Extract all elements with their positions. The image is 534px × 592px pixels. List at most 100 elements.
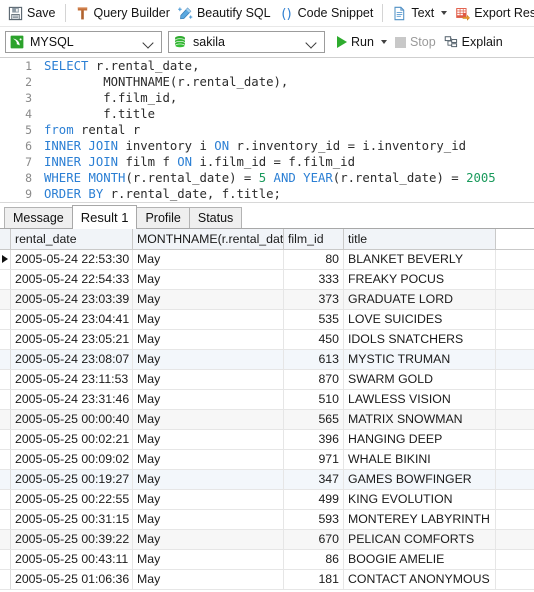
cell-rental-date[interactable]: 2005-05-25 00:00:40 <box>11 410 133 429</box>
cell-title[interactable]: KING EVOLUTION <box>344 490 496 509</box>
row-gutter[interactable] <box>0 290 11 309</box>
chevron-down-icon[interactable] <box>441 11 448 15</box>
cell-rental-date[interactable]: 2005-05-24 22:53:30 <box>11 250 133 269</box>
save-button[interactable]: Save <box>4 2 60 25</box>
row-gutter[interactable] <box>0 570 11 589</box>
row-gutter[interactable] <box>0 450 11 469</box>
cell-title[interactable]: GRADUATE LORD <box>344 290 496 309</box>
table-row[interactable]: 2005-05-25 00:19:27 May 347 GAMES BOWFINGER <box>0 470 534 490</box>
cell-title[interactable]: IDOLS SNATCHERS <box>344 330 496 349</box>
connection-select[interactable]: MYSQL <box>5 31 162 53</box>
row-gutter[interactable] <box>0 490 11 509</box>
cell-film-id[interactable]: 565 <box>284 410 344 429</box>
cell-monthname[interactable]: May <box>133 270 284 289</box>
cell-monthname[interactable]: May <box>133 370 284 389</box>
chevron-down-icon[interactable] <box>306 37 317 48</box>
table-row[interactable]: 2005-05-25 00:00:40 May 565 MATRIX SNOWMAN <box>0 410 534 430</box>
cell-rental-date[interactable]: 2005-05-24 23:11:53 <box>11 370 133 389</box>
code-line[interactable]: WHERE MONTH(r.rental_date) = 5 AND YEAR(… <box>44 170 534 186</box>
column-header-film-id[interactable]: film_id <box>284 229 344 249</box>
cell-monthname[interactable]: May <box>133 550 284 569</box>
cell-rental-date[interactable]: 2005-05-25 00:02:21 <box>11 430 133 449</box>
table-row[interactable]: 2005-05-25 00:02:21 May 396 HANGING DEEP <box>0 430 534 450</box>
cell-film-id[interactable]: 181 <box>284 570 344 589</box>
tab-profile[interactable]: Profile <box>136 207 190 228</box>
cell-title[interactable]: MONTEREY LABYRINTH <box>344 510 496 529</box>
cell-title[interactable]: LAWLESS VISION <box>344 390 496 409</box>
table-row[interactable]: 2005-05-25 01:06:36 May 181 CONTACT ANONYMO… <box>0 570 534 590</box>
row-gutter[interactable] <box>0 510 11 529</box>
code-line[interactable]: MONTHNAME(r.rental_date), <box>44 74 534 90</box>
table-row[interactable]: 2005-05-24 23:03:39 May 373 GRADUATE LORD <box>0 290 534 310</box>
code-line[interactable]: from rental r <box>44 122 534 138</box>
cell-rental-date[interactable]: 2005-05-24 22:54:33 <box>11 270 133 289</box>
cell-title[interactable]: GAMES BOWFINGER <box>344 470 496 489</box>
cell-film-id[interactable]: 535 <box>284 310 344 329</box>
sql-code-area[interactable]: SELECT r.rental_date, MONTHNAME(r.rental… <box>44 58 534 202</box>
cell-rental-date[interactable]: 2005-05-24 23:08:07 <box>11 350 133 369</box>
result-grid[interactable]: rental_date MONTHNAME(r.rental_date film… <box>0 229 534 591</box>
cell-title[interactable]: FREAKY POCUS <box>344 270 496 289</box>
chevron-down-icon[interactable] <box>380 40 387 44</box>
cell-monthname[interactable]: May <box>133 290 284 309</box>
export-result-button[interactable]: Export Result <box>451 2 534 25</box>
cell-film-id[interactable]: 613 <box>284 350 344 369</box>
cell-title[interactable]: HANGING DEEP <box>344 430 496 449</box>
table-row[interactable]: 2005-05-24 22:54:33 May 333 FREAKY POCUS <box>0 270 534 290</box>
code-line[interactable]: ORDER BY r.rental_date, f.title; <box>44 186 534 202</box>
code-line[interactable]: SELECT r.rental_date, <box>44 58 534 74</box>
cell-rental-date[interactable]: 2005-05-25 00:19:27 <box>11 470 133 489</box>
cell-monthname[interactable]: May <box>133 510 284 529</box>
column-header-monthname[interactable]: MONTHNAME(r.rental_date <box>133 229 284 249</box>
column-header-title[interactable]: title <box>344 229 496 249</box>
tab-result-1[interactable]: Result 1 <box>71 205 138 229</box>
cell-title[interactable]: BLANKET BEVERLY <box>344 250 496 269</box>
row-gutter[interactable] <box>0 270 11 289</box>
table-row[interactable]: 2005-05-25 00:09:02 May 971 WHALE BIKINI <box>0 450 534 470</box>
cell-title[interactable]: BOOGIE AMELIE <box>344 550 496 569</box>
cell-film-id[interactable]: 86 <box>284 550 344 569</box>
cell-monthname[interactable]: May <box>133 470 284 489</box>
row-gutter[interactable] <box>0 310 11 329</box>
table-row[interactable]: 2005-05-24 23:04:41 May 535 LOVE SUICIDES <box>0 310 534 330</box>
cell-film-id[interactable]: 870 <box>284 370 344 389</box>
cell-film-id[interactable]: 347 <box>284 470 344 489</box>
cell-title[interactable]: MYSTIC TRUMAN <box>344 350 496 369</box>
query-builder-button[interactable]: Query Builder <box>71 2 174 25</box>
cell-monthname[interactable]: May <box>133 530 284 549</box>
row-gutter[interactable] <box>0 550 11 569</box>
run-button[interactable]: Run <box>333 31 391 54</box>
table-row[interactable]: 2005-05-25 00:39:22 May 670 PELICAN COMFORT… <box>0 530 534 550</box>
cell-film-id[interactable]: 670 <box>284 530 344 549</box>
cell-film-id[interactable]: 333 <box>284 270 344 289</box>
cell-rental-date[interactable]: 2005-05-25 00:22:55 <box>11 490 133 509</box>
cell-monthname[interactable]: May <box>133 310 284 329</box>
cell-rental-date[interactable]: 2005-05-24 23:04:41 <box>11 310 133 329</box>
table-row[interactable]: 2005-05-25 00:31:15 May 593 MONTEREY LABYRI… <box>0 510 534 530</box>
tab-message[interactable]: Message <box>4 207 73 228</box>
row-gutter[interactable] <box>0 350 11 369</box>
cell-title[interactable]: LOVE SUICIDES <box>344 310 496 329</box>
beautify-sql-button[interactable]: Beautify SQL <box>174 2 275 25</box>
stop-button[interactable]: Stop <box>391 31 440 54</box>
cell-monthname[interactable]: May <box>133 490 284 509</box>
row-gutter[interactable] <box>0 470 11 489</box>
code-line[interactable]: f.film_id, <box>44 90 534 106</box>
table-row[interactable]: 2005-05-24 22:53:30 May 80 BLANKET BEVERLY <box>0 250 534 270</box>
row-gutter[interactable] <box>0 410 11 429</box>
row-gutter[interactable] <box>0 250 11 269</box>
row-gutter[interactable] <box>0 370 11 389</box>
cell-rental-date[interactable]: 2005-05-25 00:39:22 <box>11 530 133 549</box>
column-header-rental-date[interactable]: rental_date <box>11 229 133 249</box>
cell-title[interactable]: MATRIX SNOWMAN <box>344 410 496 429</box>
cell-rental-date[interactable]: 2005-05-25 00:09:02 <box>11 450 133 469</box>
tab-status[interactable]: Status <box>188 207 243 228</box>
cell-monthname[interactable]: May <box>133 430 284 449</box>
database-select[interactable]: sakila <box>168 31 325 53</box>
code-line[interactable]: INNER JOIN inventory i ON r.inventory_id… <box>44 138 534 154</box>
text-format-button[interactable]: Text <box>388 2 451 25</box>
cell-rental-date[interactable]: 2005-05-25 01:06:36 <box>11 570 133 589</box>
table-row[interactable]: 2005-05-24 23:31:46 May 510 LAWLESS VISION <box>0 390 534 410</box>
sql-editor[interactable]: 1 2 3 4 5 6 7 8 9 SELECT r.rental_date, MONTHNAM… <box>0 58 534 203</box>
cell-film-id[interactable]: 593 <box>284 510 344 529</box>
